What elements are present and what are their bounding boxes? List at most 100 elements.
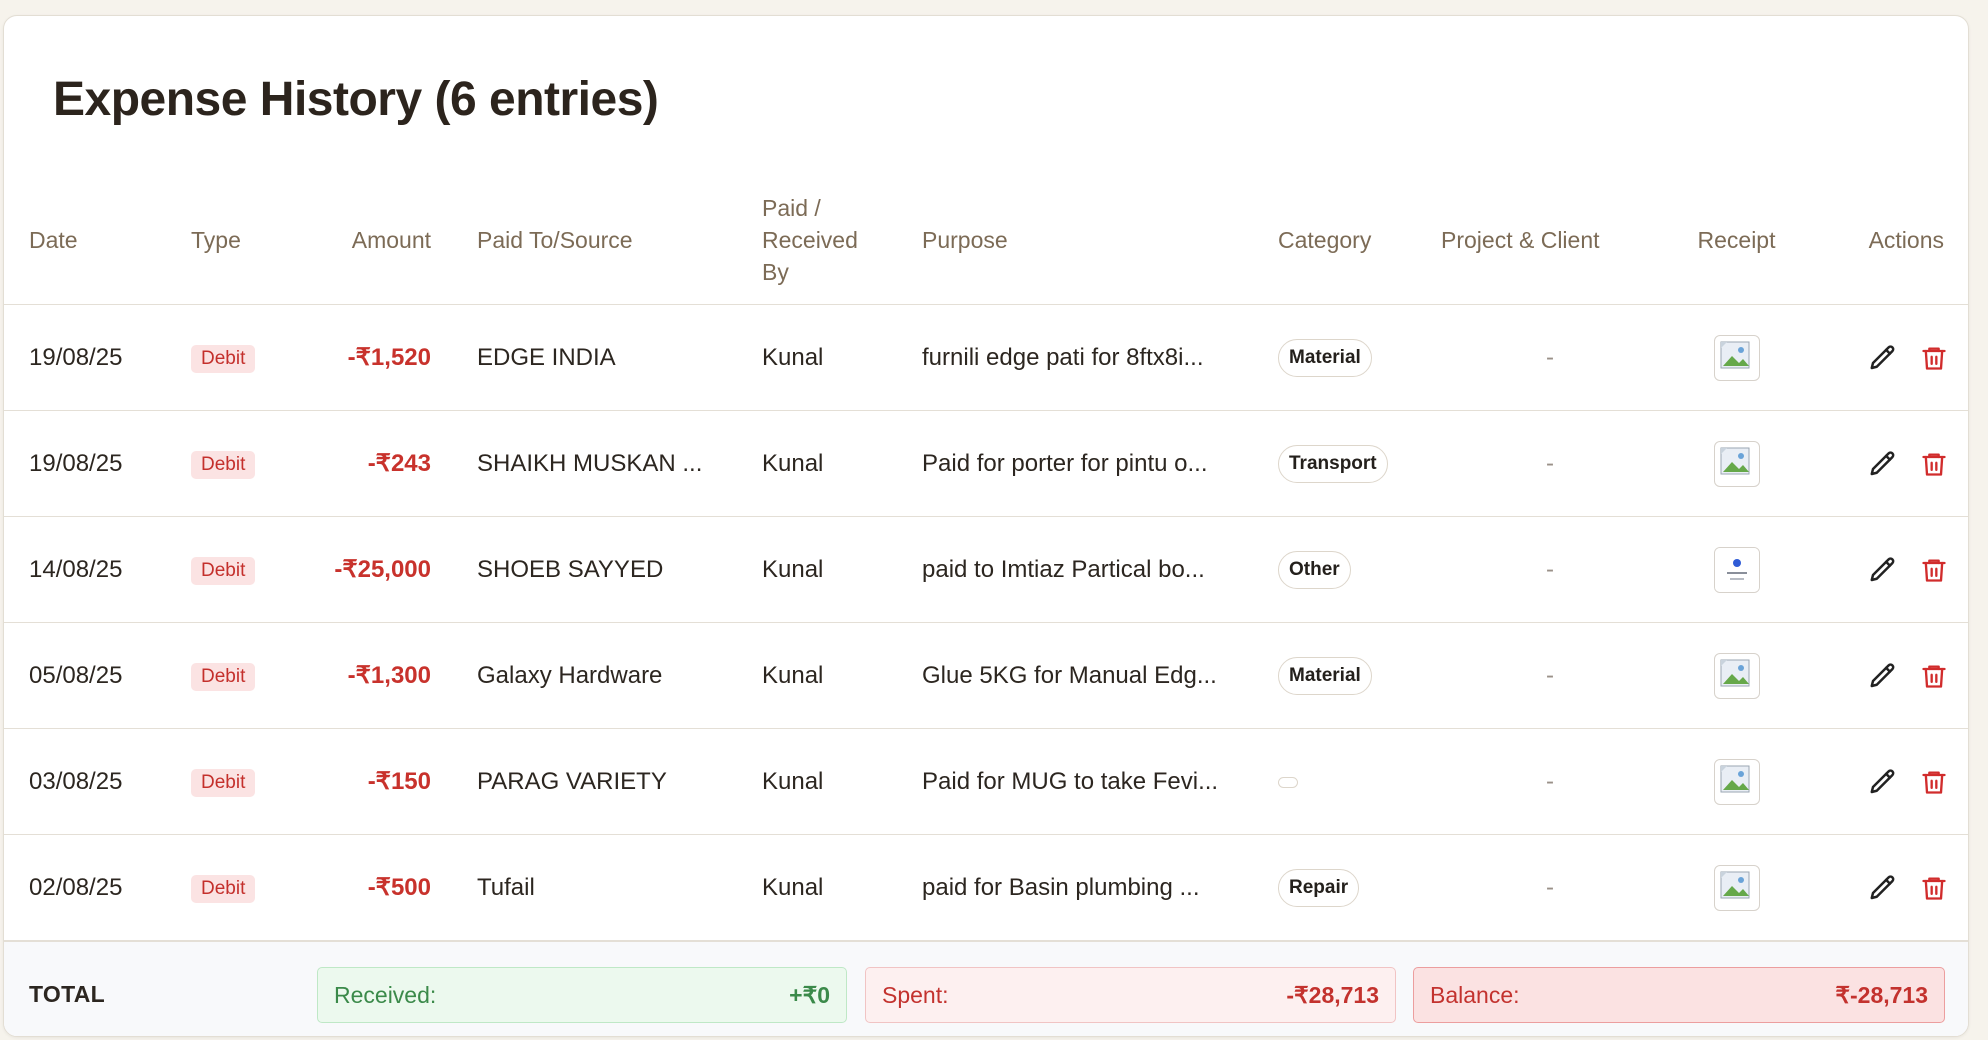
spent-value: -₹28,713 xyxy=(1286,981,1379,1008)
cell-category: Other xyxy=(1278,516,1441,623)
table-row: 19/08/25 Debit -₹1,520 EDGE INDIA Kunal … xyxy=(4,304,1968,411)
row-actions xyxy=(1814,449,1968,479)
cell-project-client: - xyxy=(1546,661,1554,689)
trash-icon[interactable] xyxy=(1920,873,1948,903)
cell-category: Material xyxy=(1278,304,1441,411)
category-badge: Material xyxy=(1278,338,1372,377)
amount-value: -₹1,300 xyxy=(347,662,431,689)
cell-paid-by: Kunal xyxy=(762,410,922,517)
table-row: 14/08/25 Debit -₹25,000 SHOEB SAYYED Kun… xyxy=(4,516,1968,623)
pencil-icon[interactable] xyxy=(1868,661,1898,691)
balance-summary: Balance: ₹-28,713 xyxy=(1413,967,1945,1023)
col-date: Date xyxy=(4,176,191,305)
received-label: Received: xyxy=(334,981,437,1008)
broken-image-icon[interactable] xyxy=(1713,440,1760,487)
amount-value: -₹500 xyxy=(367,874,431,901)
row-actions xyxy=(1814,661,1968,691)
col-purpose: Purpose xyxy=(922,176,1278,305)
row-actions xyxy=(1814,343,1968,373)
row-actions xyxy=(1814,555,1968,585)
table-body: 19/08/25 Debit -₹1,520 EDGE INDIA Kunal … xyxy=(4,304,1968,941)
col-category: Category xyxy=(1278,176,1441,305)
broken-image-icon[interactable] xyxy=(1713,652,1760,699)
cell-paid-to: Galaxy Hardware xyxy=(477,622,762,729)
cell-project-client: - xyxy=(1546,873,1554,901)
cell-category: Transport xyxy=(1278,410,1441,517)
cell-paid-to: EDGE INDIA xyxy=(477,304,762,411)
expense-table: Date Type Amount Paid To/Source Paid / R… xyxy=(4,176,1968,941)
cell-purpose: Glue 5KG for Manual Edg... xyxy=(922,622,1278,729)
col-actions: Actions xyxy=(1814,176,1968,305)
trash-icon[interactable] xyxy=(1920,767,1948,797)
pencil-icon[interactable] xyxy=(1868,767,1898,797)
received-value: +₹0 xyxy=(789,981,830,1008)
broken-image-icon[interactable] xyxy=(1713,864,1760,911)
cell-category: Material xyxy=(1278,622,1441,729)
cell-purpose: furnili edge pati for 8ftx8i... xyxy=(922,304,1278,411)
type-badge: Debit xyxy=(191,662,256,691)
category-badge: Repair xyxy=(1278,868,1360,907)
cell-paid-to: SHAIKH MUSKAN ... xyxy=(477,410,762,517)
cell-purpose: Paid for porter for pintu o... xyxy=(922,410,1278,517)
type-badge: Debit xyxy=(191,344,256,373)
table-row: 05/08/25 Debit -₹1,300 Galaxy Hardware K… xyxy=(4,622,1968,729)
col-paid-by-line2: Received xyxy=(762,227,858,253)
cell-project-client: - xyxy=(1546,555,1554,583)
trash-icon[interactable] xyxy=(1920,661,1948,691)
row-actions xyxy=(1814,873,1968,903)
document-thumbnail-icon[interactable] xyxy=(1713,546,1760,593)
trash-icon[interactable] xyxy=(1920,449,1948,479)
spent-summary: Spent: -₹28,713 xyxy=(865,967,1396,1023)
amount-value: -₹1,520 xyxy=(347,344,431,371)
type-badge: Debit xyxy=(191,768,256,797)
expense-history-card: Expense History (6 entries) Date Type Am… xyxy=(3,15,1969,1037)
type-badge: Debit xyxy=(191,874,256,903)
category-badge-empty xyxy=(1278,776,1298,788)
spent-label: Spent: xyxy=(882,981,949,1008)
cell-date: 05/08/25 xyxy=(4,622,191,729)
cell-purpose: paid to Imtiaz Partical bo... xyxy=(922,516,1278,623)
pencil-icon[interactable] xyxy=(1868,555,1898,585)
broken-image-icon[interactable] xyxy=(1713,758,1760,805)
cell-project-client: - xyxy=(1546,449,1554,477)
table-row: 03/08/25 Debit -₹150 PARAG VARIETY Kunal… xyxy=(4,728,1968,835)
cell-category: Repair xyxy=(1278,834,1441,941)
col-paid-by: Paid / Received By xyxy=(762,176,922,305)
broken-image-icon[interactable] xyxy=(1713,334,1760,381)
balance-label: Balance: xyxy=(1430,981,1520,1008)
category-badge: Transport xyxy=(1278,444,1388,483)
col-receipt: Receipt xyxy=(1659,176,1814,305)
col-paid-by-line1: Paid / xyxy=(762,195,821,221)
cell-date: 14/08/25 xyxy=(4,516,191,623)
cell-paid-by: Kunal xyxy=(762,728,922,835)
trash-icon[interactable] xyxy=(1920,555,1948,585)
type-badge: Debit xyxy=(191,450,256,479)
cell-purpose: Paid for MUG to take Fevi... xyxy=(922,728,1278,835)
trash-icon[interactable] xyxy=(1920,343,1948,373)
cell-project-client: - xyxy=(1546,767,1554,795)
col-paid-by-line3: By xyxy=(762,259,789,285)
pencil-icon[interactable] xyxy=(1868,343,1898,373)
balance-value: ₹-28,713 xyxy=(1835,981,1928,1008)
cell-date: 03/08/25 xyxy=(4,728,191,835)
cell-paid-to: PARAG VARIETY xyxy=(477,728,762,835)
pencil-icon[interactable] xyxy=(1868,873,1898,903)
col-paid-to: Paid To/Source xyxy=(477,176,762,305)
cell-date: 19/08/25 xyxy=(4,304,191,411)
cell-purpose: paid for Basin plumbing ... xyxy=(922,834,1278,941)
cell-date: 19/08/25 xyxy=(4,410,191,517)
totals-footer: TOTAL Received: +₹0 Spent: -₹28,713 Bala… xyxy=(4,941,1968,1036)
cell-paid-by: Kunal xyxy=(762,622,922,729)
cell-paid-by: Kunal xyxy=(762,516,922,623)
cell-paid-by: Kunal xyxy=(762,304,922,411)
cell-paid-to: Tufail xyxy=(477,834,762,941)
table-row: 02/08/25 Debit -₹500 Tufail Kunal paid f… xyxy=(4,834,1968,941)
received-summary: Received: +₹0 xyxy=(317,967,847,1023)
cell-paid-by: Kunal xyxy=(762,834,922,941)
col-project-client: Project & Client xyxy=(1441,176,1659,305)
table-header: Date Type Amount Paid To/Source Paid / R… xyxy=(4,176,1968,305)
cell-date: 02/08/25 xyxy=(4,834,191,941)
col-type: Type xyxy=(191,176,323,305)
pencil-icon[interactable] xyxy=(1868,449,1898,479)
page-title: Expense History (6 entries) xyxy=(53,73,659,126)
